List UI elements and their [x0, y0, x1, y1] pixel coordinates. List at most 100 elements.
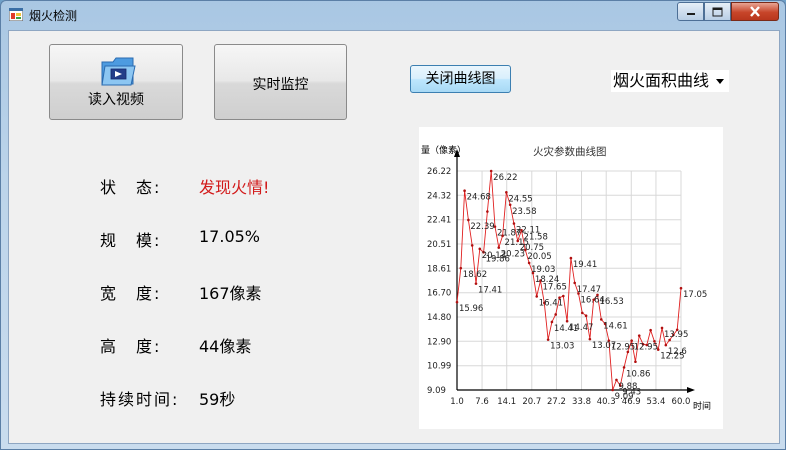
chart-data-label: 19.03: [531, 265, 555, 275]
height-value: 44像素: [199, 337, 252, 356]
chart-data-label: 26.22: [493, 173, 517, 183]
folder-icon: [101, 57, 136, 86]
chart-data-label: 16.53: [599, 297, 623, 307]
chart-point: [580, 311, 584, 315]
chart-type-value: 烟火面积曲线: [613, 71, 710, 90]
chart-point: [505, 191, 508, 194]
width-label: 宽 度:: [100, 284, 162, 303]
chart-data-label: 17.41: [478, 286, 502, 296]
chart-point: [455, 300, 459, 304]
maximize-button[interactable]: [704, 2, 731, 21]
chart-y-tick-label: 18.61: [427, 264, 451, 274]
scale-value: 17.05%: [199, 227, 261, 246]
chart-point: [637, 334, 641, 337]
dropdown-arrow-icon: [716, 79, 724, 84]
chart-data-label: 17.05: [683, 290, 707, 300]
chart-point: [611, 388, 614, 392]
chart-data-label: 23.58: [512, 207, 536, 217]
chart-data-label: 12.6: [668, 347, 687, 357]
width-value: 167像素: [199, 284, 262, 303]
title-bar[interactable]: 烟火检测: [1, 1, 785, 29]
chart-y-tick-label: 10.99: [427, 362, 451, 372]
chart-x-tick-label: 7.6: [475, 397, 489, 407]
chart-y-tick-label: 14.80: [427, 313, 451, 323]
chart-data-label: 12.95: [634, 343, 658, 353]
chart-data-label: 10.86: [626, 369, 650, 379]
chart-point: [660, 326, 664, 330]
chart-y-tick-label: 9.09: [427, 386, 446, 396]
chart-y-tick-label: 20.51: [427, 240, 451, 250]
status-label: 状 态:: [100, 178, 162, 197]
chart-point: [588, 337, 592, 341]
chart-data-label: 17.47: [577, 285, 601, 295]
chart-series-line: [456, 170, 682, 391]
chart-point: [497, 246, 501, 249]
chart-point: [546, 338, 550, 341]
chart-point: [463, 189, 466, 192]
chart-x-tick-label: 53.4: [646, 397, 665, 407]
live-monitor-label: 实时监控: [252, 77, 309, 93]
chart-point: [562, 294, 565, 298]
app-window: 烟火检测 读入视频 实时监控 关闭曲线图 烟火面积曲线 状 态: 发现火情! 规…: [0, 0, 786, 450]
fire-parameter-chart: 9.09 10.99 12.90 14.80 16.70 18.61 20.51 22.41 2…: [421, 144, 711, 412]
read-video-button[interactable]: 读入视频: [49, 44, 183, 120]
minimize-icon: [686, 12, 695, 15]
chart-x-tick-label: 60.0: [672, 397, 691, 407]
chart-point: [467, 218, 470, 222]
chart-data-label: 24.68: [467, 193, 491, 203]
chart-data-label: 24.55: [508, 194, 532, 204]
duration-value: 59秒: [199, 390, 236, 409]
chart-point: [470, 244, 474, 247]
status-value: 发现火情!: [199, 178, 270, 197]
app-icon: [9, 8, 23, 21]
chart-point: [584, 314, 588, 318]
chart-point: [664, 343, 668, 347]
chart-x-axis-title: 时间: [693, 400, 711, 412]
chart-data-label: 21.58: [524, 232, 548, 242]
live-monitor-button[interactable]: 实时监控: [214, 44, 347, 120]
chart-x-tick-label: 1.0: [450, 397, 464, 407]
close-chart-button[interactable]: 关闭曲线图: [410, 65, 511, 93]
chart-point: [550, 320, 554, 324]
chart-data-label: 17.65: [543, 283, 567, 293]
chart-panel: 9.09 10.99 12.90 14.80 16.70 18.61 20.51 22.41 2…: [419, 127, 723, 429]
chart-point: [478, 247, 482, 251]
close-button[interactable]: [731, 2, 779, 21]
chart-point: [634, 360, 637, 364]
chart-point: [535, 295, 539, 298]
chart-x-tick-label: 14.1: [497, 397, 516, 407]
chart-data-label: 20.05: [527, 252, 551, 262]
chart-x-axis-arrow: [687, 387, 695, 393]
chart-data-label: 13.95: [664, 330, 688, 340]
chart-data-label: 19.41: [573, 260, 597, 270]
chart-x-tick-label: 27.2: [547, 397, 566, 407]
chart-y-tick-label: 22.41: [427, 216, 451, 226]
chart-data-label: 12.95: [611, 343, 635, 353]
chart-y-tick-label: 24.32: [427, 191, 451, 201]
chart-point: [459, 266, 463, 270]
minimize-button[interactable]: [677, 2, 704, 21]
chart-data-label: 16.41: [539, 298, 563, 308]
chart-point: [622, 366, 626, 369]
chart-point: [554, 313, 558, 316]
maximize-icon: [712, 7, 723, 16]
chart-point: [573, 281, 576, 285]
chart-point: [599, 318, 603, 321]
chart-y-axis-title: 量（像素）: [421, 144, 466, 156]
chart-data-label: 18.62: [463, 270, 487, 280]
chart-type-select[interactable]: 烟火面积曲线: [610, 69, 730, 93]
window-title: 烟火检测: [29, 9, 78, 23]
close-icon: [750, 6, 760, 17]
read-video-label: 读入视频: [88, 92, 144, 108]
chart-point: [512, 222, 516, 225]
chart-point: [474, 282, 478, 285]
chart-point: [569, 256, 573, 260]
chart-data-label: 13.03: [550, 342, 574, 352]
chart-point: [615, 378, 618, 382]
chart-point: [565, 319, 569, 323]
chart-data-label: 15.96: [459, 304, 483, 314]
chart-y-tick-label: 26.22: [427, 167, 451, 177]
chart-point: [679, 286, 683, 290]
chart-data-label: 14.61: [603, 321, 627, 331]
main-panel: 读入视频 实时监控 关闭曲线图 烟火面积曲线 状 态: 发现火情! 规 模: 1…: [8, 30, 780, 444]
